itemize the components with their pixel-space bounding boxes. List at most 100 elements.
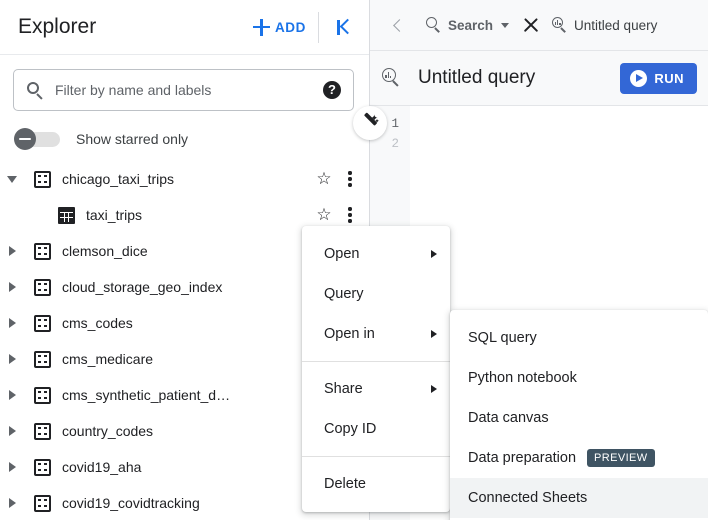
chevron-down-icon[interactable]: [501, 22, 510, 28]
tree-item-label: covid19_aha: [62, 459, 142, 475]
star-icon[interactable]: ☆: [311, 166, 337, 192]
submenu-item-sql-query[interactable]: SQL query: [450, 318, 708, 358]
query-header: Untitled query RUN: [370, 51, 708, 106]
chevron-right-icon: [431, 385, 437, 393]
run-button[interactable]: RUN: [620, 62, 697, 94]
gemini-assist-button[interactable]: ✦ ✦: [353, 106, 387, 140]
menu-item-open-in[interactable]: Open in: [302, 314, 450, 354]
menu-item-delete[interactable]: Delete: [302, 464, 450, 504]
search-icon: [426, 17, 442, 33]
dataset-icon: [34, 278, 51, 296]
dataset-icon: [34, 314, 51, 332]
chevron-right-icon[interactable]: [0, 390, 24, 400]
show-starred-label: Show starred only: [76, 130, 189, 147]
tree-item-label: clemson_dice: [62, 243, 148, 259]
bigquery-console: Explorer ADD ?: [0, 0, 708, 520]
menu-item-open[interactable]: Open: [302, 234, 450, 274]
dataset-icon: [34, 350, 51, 368]
tree-item-label: cloud_storage_geo_index: [62, 279, 223, 295]
header-divider: [318, 11, 319, 43]
dataset-icon: [34, 422, 51, 440]
tree-item-label: cms_codes: [62, 315, 133, 331]
tree-item-label: cms_synthetic_patient_d…: [62, 387, 231, 403]
query-icon: [382, 68, 402, 88]
page-title: Explorer: [18, 15, 97, 38]
explorer-header: Explorer ADD: [0, 0, 369, 55]
chevron-right-icon[interactable]: [0, 498, 24, 508]
menu-item-query[interactable]: Query: [302, 274, 450, 314]
more-options-icon[interactable]: [337, 166, 363, 192]
tree-row[interactable]: chicago_taxi_trips ☆: [0, 161, 369, 197]
submenu-item-python-notebook[interactable]: Python notebook: [450, 358, 708, 398]
menu-item-label: Share: [324, 381, 363, 397]
query-icon: [552, 17, 568, 33]
submenu-item-label: Python notebook: [468, 370, 577, 386]
menu-item-label: Open: [324, 246, 360, 262]
submenu-item-label: Data canvas: [468, 410, 549, 426]
tree-item-label: chicago_taxi_trips: [62, 171, 175, 187]
chevron-right-icon: [431, 330, 437, 338]
chevron-right-icon[interactable]: [0, 282, 24, 292]
play-icon: [630, 69, 648, 87]
dataset-icon: [34, 458, 51, 476]
collapse-panel-button[interactable]: [323, 4, 369, 50]
show-starred-toggle[interactable]: [14, 127, 61, 150]
tab-untitled-query[interactable]: Untitled query: [542, 0, 663, 51]
collapse-left-icon: [336, 18, 356, 36]
dataset-icon: [34, 386, 51, 404]
tab-untitled-query-label: Untitled query: [574, 17, 658, 33]
chevron-right-icon[interactable]: [0, 318, 24, 328]
context-submenu: SQL query Python notebook Data canvas Data …: [450, 310, 708, 520]
dataset-icon: [34, 494, 51, 512]
menu-item-share[interactable]: Share: [302, 369, 450, 409]
submenu-item-data-canvas[interactable]: Data canvas: [450, 398, 708, 438]
submenu-item-connected-sheets[interactable]: Connected Sheets: [450, 478, 708, 518]
submenu-item-label: Data preparation: [468, 450, 577, 466]
tree-item-label: covid19_covidtracking: [62, 495, 200, 511]
filter-section: ?: [0, 55, 369, 111]
chevron-right-icon[interactable]: [0, 354, 24, 364]
dataset-icon: [34, 170, 51, 188]
submenu-item-label: SQL query: [468, 330, 537, 346]
close-icon[interactable]: [520, 14, 542, 36]
table-icon: [58, 206, 75, 224]
help-icon[interactable]: ?: [323, 81, 341, 99]
submenu-item-label: Connected Sheets: [468, 490, 588, 506]
filter-input[interactable]: [55, 82, 323, 98]
tab-search[interactable]: Search: [416, 0, 515, 51]
star-icon[interactable]: ☆: [311, 202, 337, 228]
menu-item-label: Copy ID: [324, 421, 377, 437]
more-options-icon[interactable]: [337, 202, 363, 228]
tree-item-label: taxi_trips: [86, 207, 143, 223]
run-button-label: RUN: [654, 70, 684, 86]
chevron-left-icon: [392, 18, 406, 32]
menu-divider: [302, 456, 450, 457]
add-button-label: ADD: [274, 19, 306, 35]
menu-item-label: Delete: [324, 476, 366, 492]
magic-wand-icon: ✦ ✦: [360, 112, 380, 133]
menu-item-copy-id[interactable]: Copy ID: [302, 409, 450, 449]
tab-bar: Search Untitled query: [370, 0, 708, 51]
tab-search-label: Search: [448, 17, 494, 33]
menu-item-label: Query: [324, 286, 364, 302]
tree-item-label: cms_medicare: [62, 351, 154, 367]
search-icon: [27, 81, 44, 99]
plus-icon: [252, 18, 270, 36]
query-title: Untitled query: [418, 67, 536, 88]
chevron-right-icon[interactable]: [0, 462, 24, 472]
chevron-right-icon[interactable]: [0, 246, 24, 256]
show-starred-row: Show starred only: [0, 111, 369, 155]
menu-item-label: Open in: [324, 326, 375, 342]
preview-badge: PREVIEW: [587, 449, 655, 467]
filter-box[interactable]: ?: [13, 69, 354, 111]
menu-divider: [302, 361, 450, 362]
context-menu: Open Query Open in Share Copy ID Delete: [302, 226, 450, 512]
chevron-down-icon[interactable]: [0, 175, 24, 183]
submenu-item-data-preparation[interactable]: Data preparation PREVIEW: [450, 438, 708, 478]
tab-scroll-back-button[interactable]: [382, 8, 416, 42]
chevron-right-icon: [431, 250, 437, 258]
chevron-right-icon[interactable]: [0, 426, 24, 436]
add-button[interactable]: ADD: [249, 13, 316, 42]
tree-item-label: country_codes: [62, 423, 154, 439]
dataset-icon: [34, 242, 51, 260]
